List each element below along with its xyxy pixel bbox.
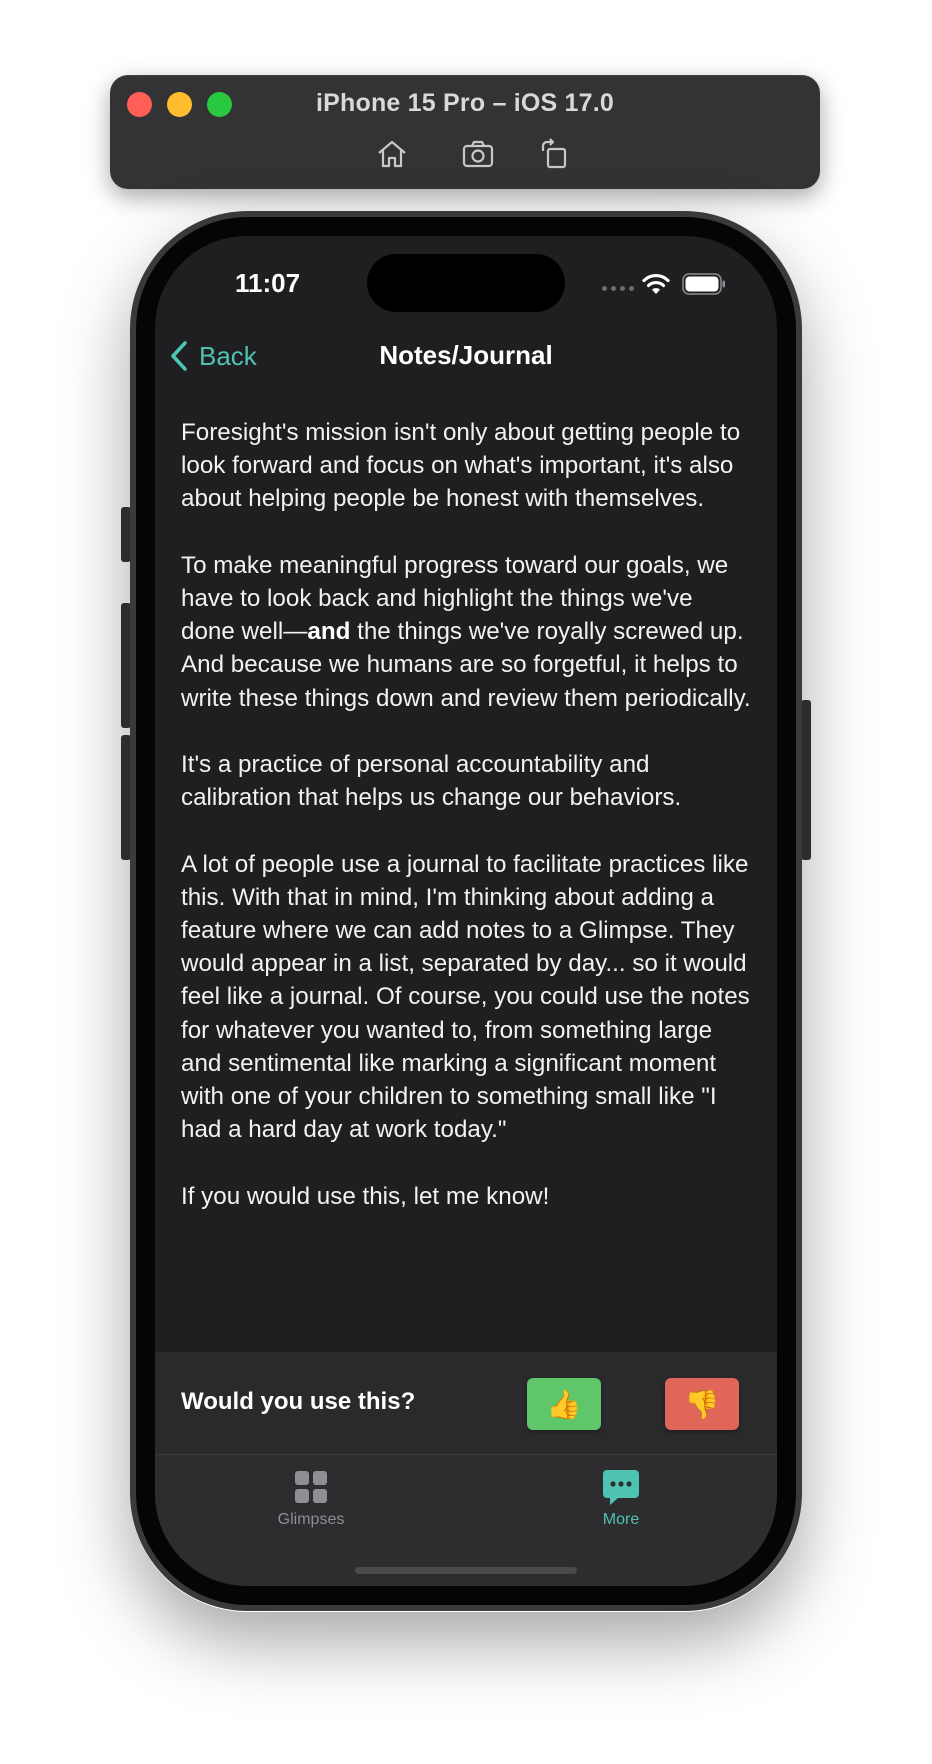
- phone-screen: 11:07 Back Notes/Journal Foresight's mis…: [155, 236, 777, 1586]
- grid-icon: [295, 1471, 327, 1503]
- wifi-icon: [642, 273, 670, 294]
- rotate-icon: [541, 138, 567, 169]
- tab-label: More: [602, 1511, 640, 1528]
- home-indicator: [355, 1567, 577, 1574]
- tab-label: Glimpses: [277, 1511, 345, 1528]
- dynamic-island: [367, 254, 565, 312]
- simulator-title: iPhone 15 Pro – iOS 17.0: [316, 89, 614, 117]
- thumbs-up-button[interactable]: 👍: [527, 1378, 601, 1430]
- simulator-toolbar: iPhone 15 Pro – iOS 17.0: [110, 75, 820, 189]
- paragraph: Foresight's mission isn't only about get…: [181, 419, 741, 513]
- rotate-button[interactable]: [535, 135, 575, 173]
- article-body: Foresight's mission isn't only about get…: [181, 416, 751, 1246]
- tab-glimpses[interactable]: Glimpses: [241, 1467, 381, 1529]
- paragraph: It's a practice of personal accountabili…: [181, 751, 682, 812]
- power-button: [801, 700, 811, 860]
- feedback-bar: Would you use this? 👍 👎: [155, 1352, 777, 1454]
- paragraph: A lot of people use a journal to facilit…: [181, 850, 750, 1144]
- feedback-question: Would you use this?: [181, 1388, 416, 1415]
- screenshot-button[interactable]: [458, 135, 498, 173]
- thumbs-down-icon: 👎: [684, 1388, 720, 1420]
- tab-more[interactable]: More: [551, 1467, 691, 1529]
- page-title: Notes/Journal: [379, 340, 553, 370]
- thumbs-down-button[interactable]: 👎: [665, 1378, 739, 1430]
- home-icon: [378, 140, 406, 168]
- screenshot-icon: [462, 140, 494, 168]
- tab-bar: Glimpses More: [155, 1454, 777, 1586]
- paragraph: To make meaningful progress toward our g…: [181, 549, 751, 715]
- home-button[interactable]: [372, 135, 412, 173]
- chat-bubble-icon: [603, 1470, 639, 1505]
- emphasis: and: [307, 618, 351, 646]
- battery-icon: [682, 273, 725, 295]
- thumbs-up-icon: 👍: [546, 1388, 582, 1420]
- status-time: 11:07: [235, 268, 301, 298]
- paragraph: If you would use this, let me know!: [181, 1182, 550, 1210]
- cellular-signal-icon: [602, 286, 634, 291]
